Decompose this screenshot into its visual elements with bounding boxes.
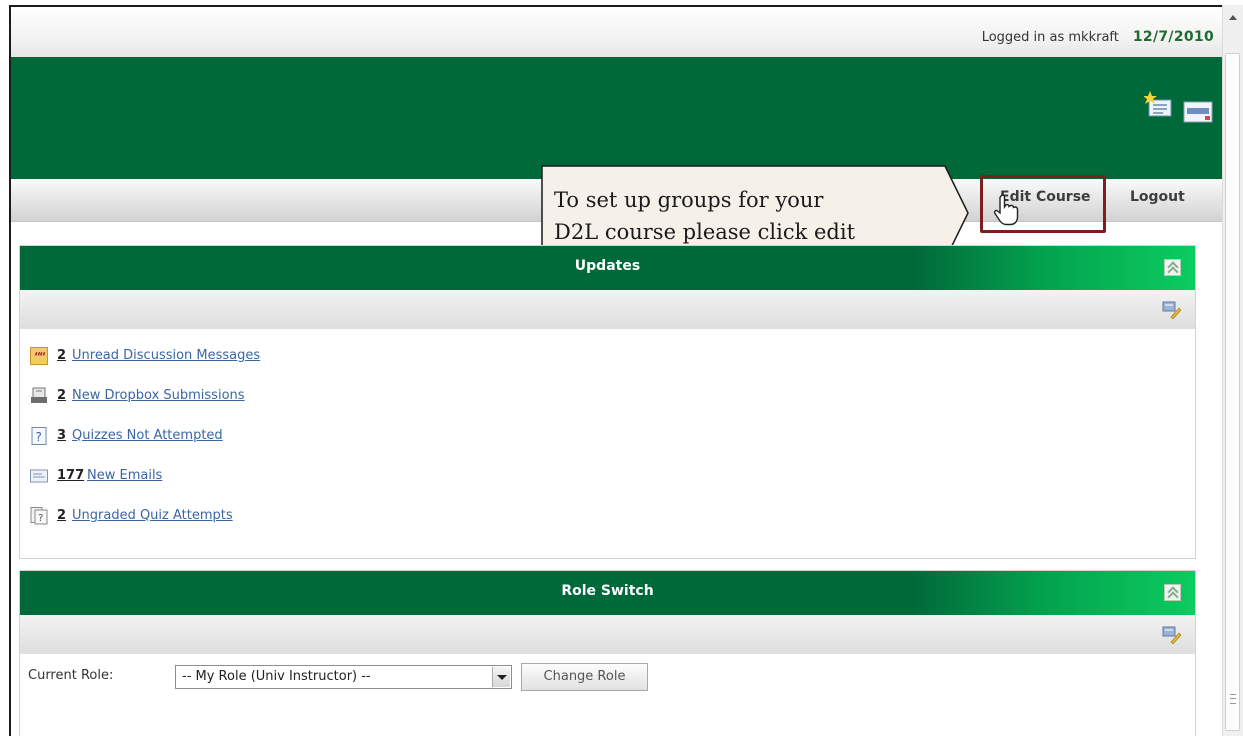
role-switch-header: Role Switch <box>20 571 1195 615</box>
scroll-up-icon[interactable] <box>1226 11 1240 25</box>
top-bar: Logged in as mkkraft 12/7/2010 <box>11 7 1222 64</box>
list-item[interactable]: ? 2 Ungraded Quiz Attempts <box>20 495 1195 535</box>
svg-text:“: “ <box>39 350 46 363</box>
collapse-role-switch-button[interactable] <box>1164 584 1181 601</box>
ungraded-quiz-icon: ? <box>30 507 48 525</box>
current-role-label: Current Role: <box>28 668 114 683</box>
list-item[interactable]: 177 New Emails <box>20 455 1195 495</box>
email-icon[interactable] <box>1183 100 1213 124</box>
svg-text:?: ? <box>36 430 42 444</box>
chevron-down-icon[interactable] <box>492 667 510 687</box>
updates-toolbar <box>20 290 1195 329</box>
callout-text: To set up groups for your D2L course ple… <box>554 184 934 248</box>
update-count[interactable]: 2 <box>57 508 66 523</box>
role-switch-widget: Role Switch Current Role: -- My Role (Un… <box>19 570 1196 736</box>
callout-line-1: To set up groups for your <box>554 188 824 212</box>
quiz-icon: ? <box>31 427 47 445</box>
vertical-scrollbar[interactable] <box>1222 5 1243 736</box>
list-item[interactable]: “ “ 2 Unread Discussion Messages <box>20 335 1195 375</box>
login-info: Logged in as mkkraft 12/7/2010 <box>982 29 1214 45</box>
update-label[interactable]: Unread Discussion Messages <box>72 348 260 363</box>
selected-role: -- My Role (Univ Instructor) -- <box>182 669 371 684</box>
current-date: 12/7/2010 <box>1132 29 1214 45</box>
settings-widget-icon[interactable] <box>1161 624 1181 644</box>
updates-title: Updates <box>574 258 641 274</box>
hand-cursor-icon <box>993 194 1019 226</box>
logged-in-text: Logged in as mkkraft <box>981 30 1119 45</box>
callout-line-2: D2L course please click edit <box>554 220 856 244</box>
role-switch-title: Role Switch <box>561 583 654 599</box>
svg-text:?: ? <box>38 513 43 524</box>
update-label[interactable]: New Dropbox Submissions <box>72 388 245 403</box>
scrollbar-thumb[interactable] <box>1225 53 1240 731</box>
collapse-updates-button[interactable] <box>1164 259 1181 276</box>
updates-header: Updates <box>20 246 1195 290</box>
role-select[interactable]: -- My Role (Univ Instructor) -- <box>175 665 512 689</box>
role-row: Current Role: -- My Role (Univ Instructo… <box>20 654 1195 701</box>
updates-widget: Updates “ “ 2 Unread Discussion Messages <box>19 245 1196 559</box>
discussion-icon: “ “ <box>30 347 48 365</box>
update-label[interactable]: Ungraded Quiz Attempts <box>72 508 233 523</box>
new-message-icon[interactable] <box>1144 91 1174 121</box>
update-label[interactable]: Quizzes Not Attempted <box>72 428 223 443</box>
list-item[interactable]: ? 3 Quizzes Not Attempted <box>20 415 1195 455</box>
logout-link[interactable]: Logout <box>1130 189 1185 205</box>
update-count[interactable]: 3 <box>57 428 66 443</box>
updates-list: “ “ 2 Unread Discussion Messages 2 New D… <box>20 329 1195 535</box>
grip-icon <box>1230 694 1236 704</box>
header-banner <box>11 57 1222 179</box>
settings-widget-icon[interactable] <box>1161 299 1181 319</box>
update-count[interactable]: 177 <box>57 468 84 483</box>
role-switch-toolbar <box>20 615 1195 654</box>
update-count[interactable]: 2 <box>57 348 66 363</box>
email-icon <box>30 469 48 483</box>
change-role-button[interactable]: Change Role <box>521 663 648 691</box>
dropbox-icon <box>31 387 47 403</box>
update-label[interactable]: New Emails <box>87 468 162 483</box>
update-count[interactable]: 2 <box>57 388 66 403</box>
list-item[interactable]: 2 New Dropbox Submissions <box>20 375 1195 415</box>
